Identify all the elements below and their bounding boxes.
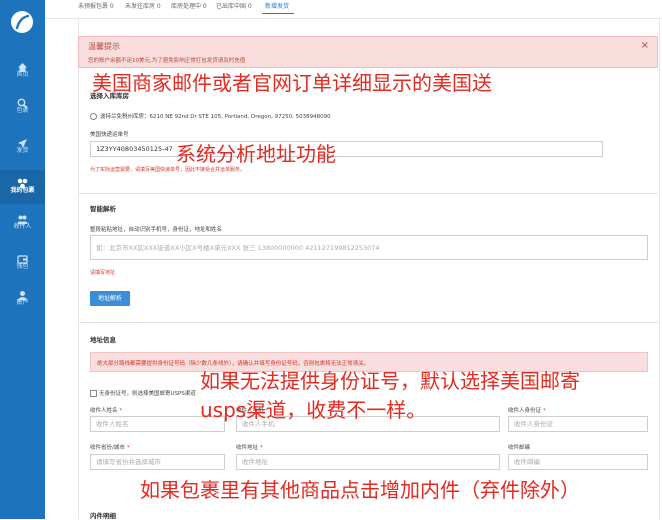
close-icon[interactable]: ×: [641, 40, 649, 51]
tracking-number-input[interactable]: [90, 141, 603, 157]
smart-parse-title: 智能解析: [90, 205, 116, 213]
sidebar: 首页 包裹 发货 我的包裹 收件人 钱包 账户: [0, 0, 45, 519]
smart-parse-textarea[interactable]: [90, 235, 648, 260]
parse-address-button[interactable]: 地址解析: [90, 291, 130, 306]
recipient-name-label: 收件人姓名 *: [90, 408, 123, 414]
sidebar-item-label: 我的包裹: [10, 187, 35, 194]
section-divider: [78, 193, 658, 194]
annotation-text: 系统分析地址功能: [176, 142, 336, 166]
smart-parse-instruction: 整段粘贴地址，自动识别手机号，身份证，地址和姓名: [90, 227, 223, 233]
annotation-text: 美国商家邮件或者官网订单详细显示的美国送: [92, 71, 492, 95]
postcode-input[interactable]: [508, 454, 648, 470]
sidebar-item-label: 收件人: [13, 223, 32, 230]
people-icon: [17, 210, 28, 224]
sidebar-item-home[interactable]: 首页: [0, 58, 45, 92]
postcode-label: 收件邮编: [508, 445, 531, 451]
province-city-input[interactable]: [90, 454, 225, 470]
balance-alert: 温馨提示 您的账户余额不足10美元,为了避免影响正常打包发货请及时充值 ×: [78, 36, 658, 68]
no-id-option-label[interactable]: 无身份证号，则选择美国邮寄USPS渠道: [99, 389, 196, 397]
id-warning-text: 绝大部分路线都需要提供身份证号码（除少数几条线外），请确认并填写身份证号码，否则…: [97, 361, 370, 367]
address-input[interactable]: [236, 454, 500, 470]
province-city-label: 收件省份/城市 *: [90, 445, 130, 451]
tab-unforecast[interactable]: 未预报包裹 0: [78, 3, 114, 11]
annotation-text: 如果无法提供身份证号，默认选择美国邮寄: [200, 369, 580, 393]
recipient-id-label: 收件人身份证 *: [508, 408, 546, 414]
user-icon: [17, 286, 28, 301]
recipient-id-input[interactable]: [508, 416, 648, 432]
sidebar-item-label: 发货: [16, 147, 29, 154]
address-label: 收件地址 *: [236, 445, 263, 451]
warehouse-radio[interactable]: [90, 113, 97, 120]
sidebar-item-my-packages[interactable]: 我的包裹: [0, 170, 45, 204]
tab-shipped-china[interactable]: 已出库中国 0: [216, 3, 252, 11]
alert-title: 温馨提示: [88, 42, 120, 51]
sidebar-item-packages-search[interactable]: 包裹: [0, 94, 45, 128]
tab-warehouse-processing[interactable]: 库房处理中 0: [171, 3, 207, 11]
tab-not-sent-to-warehouse[interactable]: 未发往库房 0: [125, 3, 161, 11]
paper-plane-icon: [17, 134, 28, 148]
sidebar-item-label: 账户: [16, 299, 29, 306]
home-icon: [17, 58, 28, 72]
sidebar-item-ship[interactable]: 发货: [0, 134, 45, 168]
tracking-label: 美国快递运单号: [90, 132, 129, 138]
tracking-hint: 为了实际运营需要，请填写美国快递单号，因此不接受合并运单服务。: [90, 167, 246, 173]
sidebar-item-label: 包裹: [16, 107, 29, 114]
warehouse-option-label[interactable]: 波特兰免税州库房：6210 NE 92nd Dr STE 105, Portla…: [100, 112, 331, 120]
annotation-text: usps渠道，收费不一样。: [200, 398, 427, 422]
wallet-icon: [17, 250, 28, 264]
annotation-text: 如果包裹里有其他商品点击增加内件（弃件除外）: [140, 478, 580, 502]
alert-message: 您的账户余额不足10美元,为了避免影响正常打包发货请及时充值: [88, 58, 246, 64]
smart-parse-error: 请填写地址: [90, 270, 116, 276]
logo-icon[interactable]: [11, 11, 33, 33]
section-divider: [78, 322, 658, 323]
sidebar-item-label: 首页: [16, 71, 29, 78]
tab-new-shipment[interactable]: 新增发货: [265, 3, 289, 11]
sidebar-item-account[interactable]: 账户: [0, 286, 45, 320]
search-icon: [17, 94, 28, 109]
sidebar-item-wallet[interactable]: 钱包: [0, 250, 45, 284]
address-section-title: 地址信息: [90, 336, 116, 344]
packages-icon: [17, 174, 28, 189]
sidebar-item-recipients[interactable]: 收件人: [0, 210, 45, 244]
no-id-checkbox[interactable]: [90, 390, 97, 397]
sidebar-item-label: 钱包: [16, 263, 29, 270]
active-tab-indicator: [262, 13, 294, 14]
